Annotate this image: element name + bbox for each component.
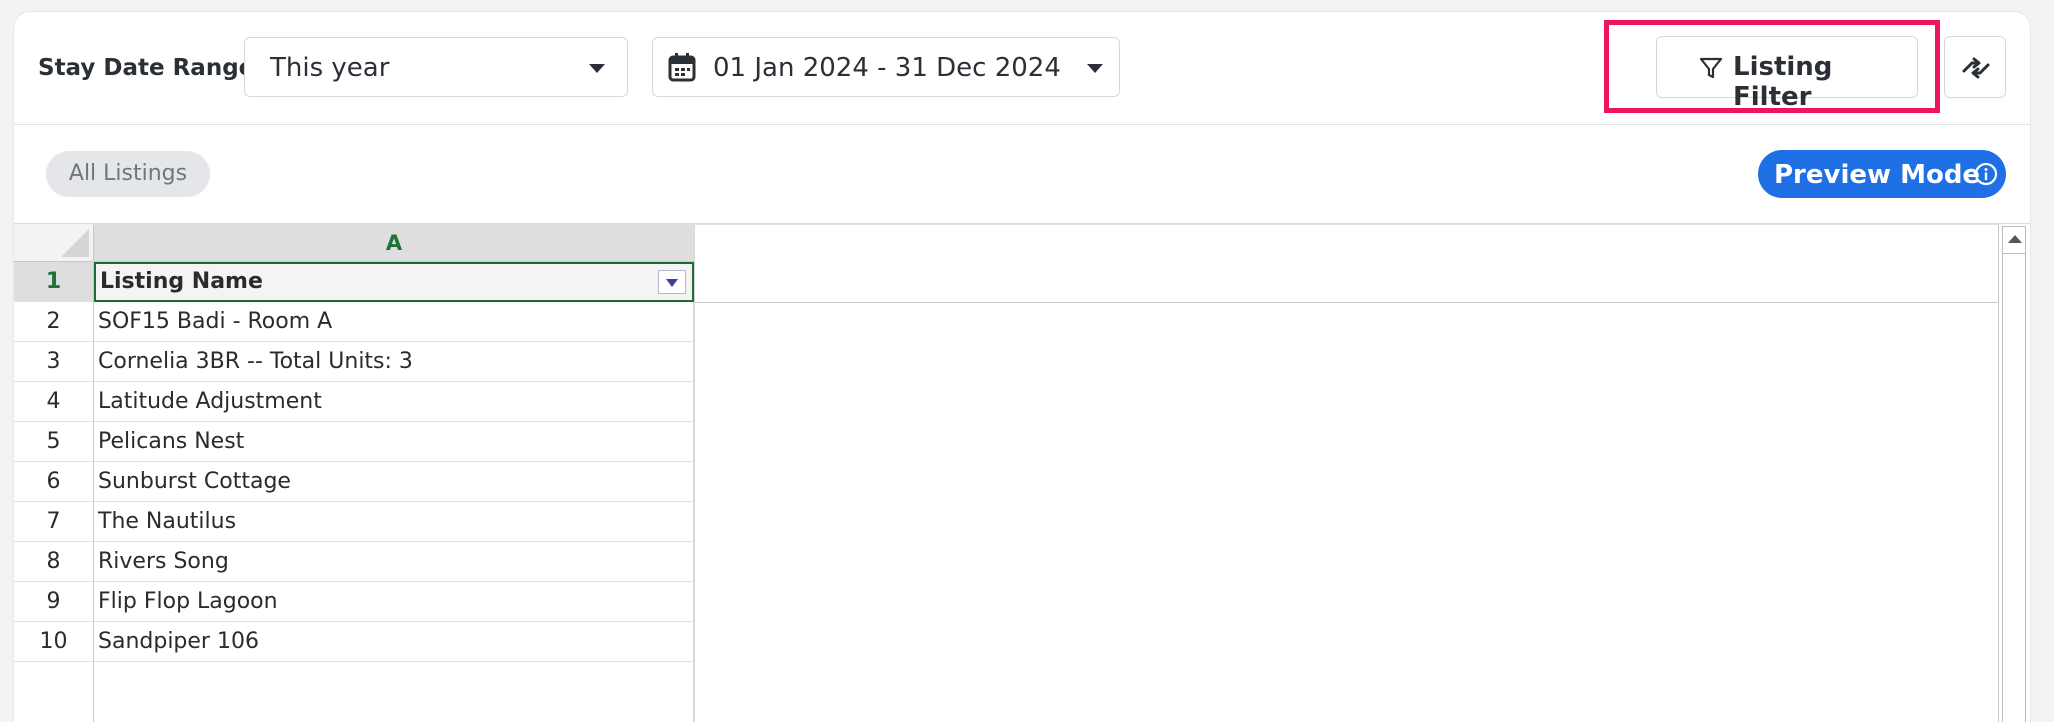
row-number[interactable]: 5 (14, 422, 94, 462)
spreadsheet-grid: A 1 Listing Name 2 SOF15 Badi - Room A 3… (14, 223, 2030, 722)
chevron-down-icon (1087, 64, 1103, 73)
empty-grid-area[interactable] (694, 224, 1999, 722)
all-listings-chip[interactable]: All Listings (46, 151, 210, 197)
date-range-select[interactable]: 01 Jan 2024 - 31 Dec 2024 (652, 37, 1120, 97)
period-select-value: This year (270, 53, 390, 83)
preview-mode-label: Preview Mode (1774, 160, 1981, 190)
filter-icon (1699, 57, 1723, 79)
row-number[interactable]: 7 (14, 502, 94, 542)
stay-date-range-label: Stay Date Range (38, 55, 255, 81)
select-all-corner[interactable] (14, 224, 94, 262)
column-header-a[interactable]: A (94, 224, 694, 262)
table-cell-blank[interactable] (94, 662, 694, 722)
table-cell[interactable]: The Nautilus (94, 502, 694, 542)
row-number[interactable]: 6 (14, 462, 94, 502)
table-cell[interactable]: Sandpiper 106 (94, 622, 694, 662)
date-range-value: 01 Jan 2024 - 31 Dec 2024 (713, 53, 1061, 83)
row-number[interactable]: 10 (14, 622, 94, 662)
table-cell[interactable]: Sunburst Cottage (94, 462, 694, 502)
chevron-down-icon (589, 64, 605, 73)
table-cell[interactable]: Rivers Song (94, 542, 694, 582)
preview-mode-badge[interactable]: Preview Mode (1758, 150, 2006, 198)
scroll-up-button[interactable] (2002, 226, 2026, 254)
row-number[interactable]: 8 (14, 542, 94, 582)
table-cell[interactable]: Cornelia 3BR -- Total Units: 3 (94, 342, 694, 382)
filter-dropdown-icon[interactable] (658, 270, 686, 294)
vertical-scrollbar[interactable] (1998, 224, 2030, 722)
listing-filter-button[interactable]: Listing Filter (1656, 36, 1918, 112)
header-cell-text: Listing Name (100, 269, 263, 294)
row-number[interactable]: 1 (14, 262, 94, 302)
calendar-icon (668, 53, 696, 82)
filter-toolbar: Stay Date Range This year 01 Jan 2024 - … (14, 12, 2030, 125)
table-cell[interactable]: Latitude Adjustment (94, 382, 694, 422)
period-select[interactable]: This year (244, 37, 628, 97)
row-number-blank (14, 662, 94, 722)
report-card: Stay Date Range This year 01 Jan 2024 - … (14, 12, 2030, 722)
info-icon (1974, 162, 1998, 186)
share-link-button[interactable] (1944, 36, 2006, 98)
listing-filter-label: Listing Filter (1733, 52, 1833, 112)
row-number[interactable]: 2 (14, 302, 94, 342)
row-number[interactable]: 3 (14, 342, 94, 382)
header-cell-listing-name[interactable]: Listing Name (94, 262, 694, 302)
row-number[interactable]: 9 (14, 582, 94, 622)
table-cell[interactable]: Pelicans Nest (94, 422, 694, 462)
row-number[interactable]: 4 (14, 382, 94, 422)
freeze-pane-line (694, 302, 1998, 303)
table-cell[interactable]: Flip Flop Lagoon (94, 582, 694, 622)
table-cell[interactable]: SOF15 Badi - Room A (94, 302, 694, 342)
link-icon (1962, 57, 1990, 79)
scrollbar-thumb[interactable] (2002, 254, 2026, 722)
